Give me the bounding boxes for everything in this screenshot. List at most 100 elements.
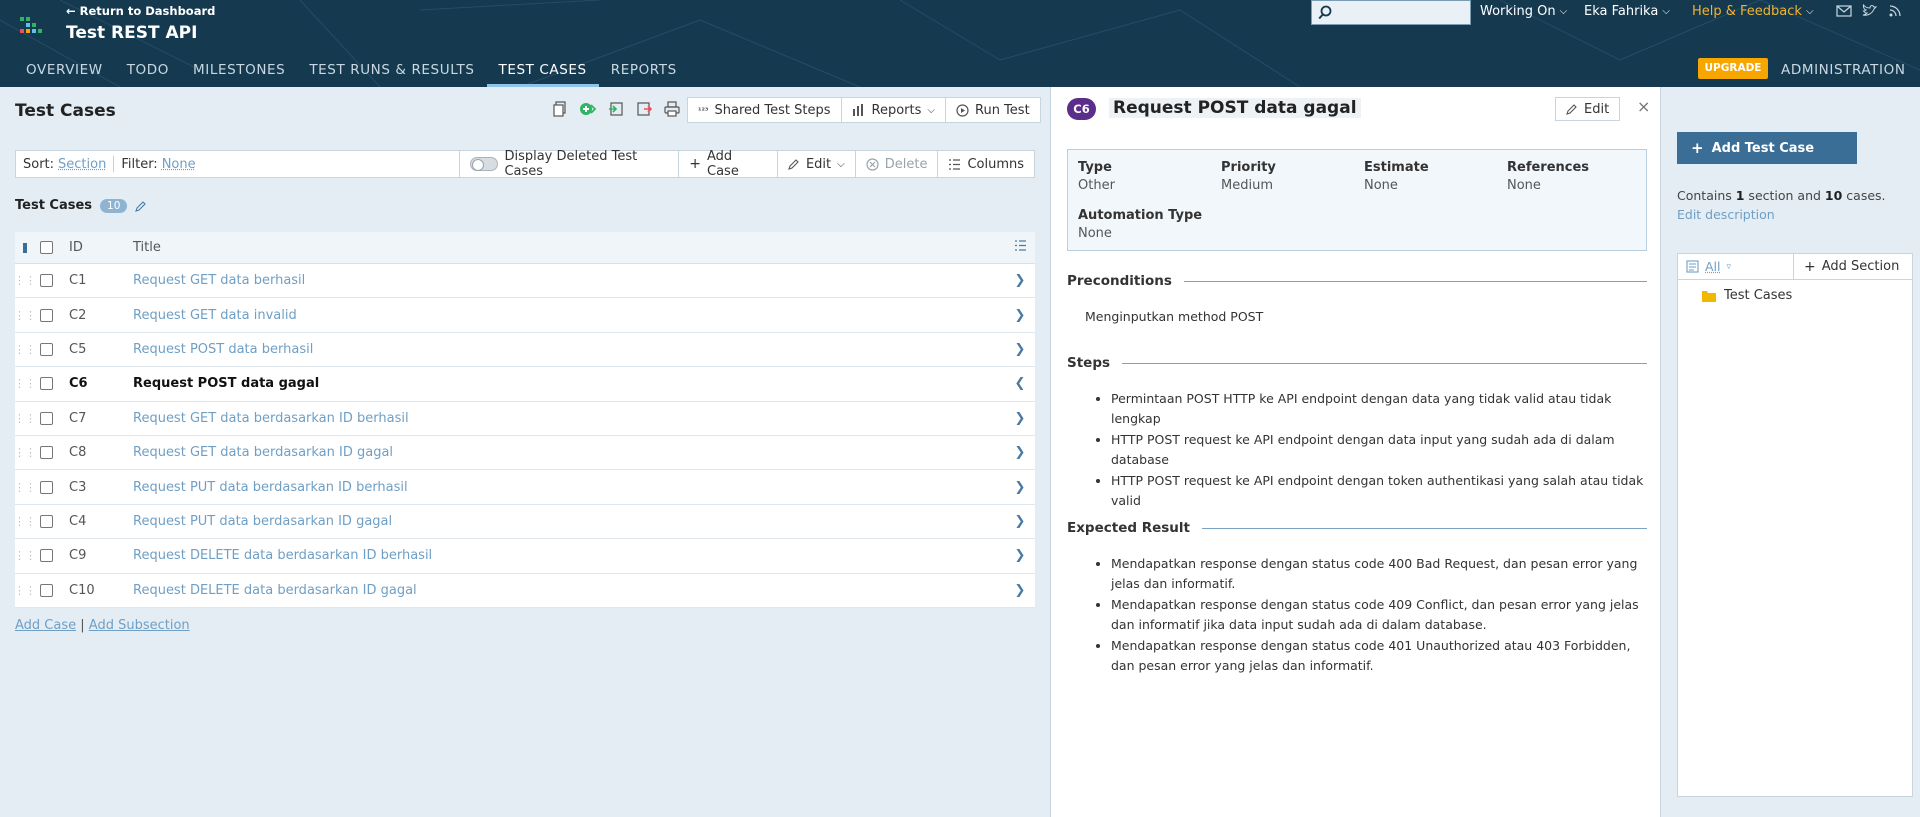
twitter-icon[interactable] <box>1862 4 1878 18</box>
export-icon[interactable] <box>634 99 654 119</box>
drag-handle-icon[interactable]: ⋮⋮ <box>14 446 36 459</box>
case-title-link[interactable]: Request GET data berhasil <box>133 273 1005 288</box>
user-menu[interactable]: Eka Fahrika ⌵ <box>1584 4 1670 19</box>
mail-icon[interactable] <box>1836 4 1852 18</box>
table-row[interactable]: ⋮⋮ C5 Request POST data berhasil ❯ <box>14 332 1035 368</box>
tab-overview[interactable]: OVERVIEW <box>14 57 115 87</box>
run-test-button[interactable]: Run Test <box>945 98 1040 122</box>
row-checkbox[interactable] <box>40 342 53 356</box>
add-subsection-link[interactable]: Add Subsection <box>89 618 190 633</box>
main-nav-tabs: OVERVIEW TODO MILESTONES TEST RUNS & RES… <box>14 57 689 87</box>
drag-handle-icon[interactable]: ⋮⋮ <box>14 481 36 494</box>
drag-handle-icon[interactable]: ⋮⋮ <box>14 584 36 597</box>
chevron-right-icon[interactable]: ❯ <box>1005 273 1035 288</box>
search-input[interactable] <box>1338 4 1464 21</box>
drag-handle-icon[interactable]: ⋮⋮ <box>14 549 36 562</box>
case-id: C6 <box>69 376 88 392</box>
chevron-right-icon[interactable]: ❯ <box>1005 480 1035 495</box>
case-title-link[interactable]: Request POST data gagal <box>133 376 1005 391</box>
help-feedback-menu[interactable]: Help & Feedback ⌵ <box>1692 4 1814 19</box>
table-row[interactable]: ⋮⋮ C9 Request DELETE data berdasarkan ID b… <box>14 539 1035 574</box>
case-title-link[interactable]: Request POST data berhasil <box>133 342 1005 357</box>
chevron-right-icon[interactable]: ❯ <box>1005 411 1035 426</box>
row-checkbox[interactable] <box>40 549 53 563</box>
case-title-link[interactable]: Request DELETE data berdasarkan ID berha… <box>133 548 1005 563</box>
upgrade-button[interactable]: UPGRADE <box>1698 58 1768 79</box>
row-checkbox[interactable] <box>40 411 53 425</box>
table-row[interactable]: ⋮⋮ C1 Request GET data berhasil ❯ <box>14 264 1035 299</box>
row-checkbox[interactable] <box>40 377 53 391</box>
drag-handle-icon[interactable]: ⋮⋮ <box>14 343 36 356</box>
column-header-title[interactable]: Title <box>133 240 1005 255</box>
drag-handle-icon[interactable]: ⋮⋮ <box>14 377 36 390</box>
add-case-link[interactable]: Add Case <box>15 618 76 633</box>
add-section-button[interactable]: + Add Section <box>1793 254 1912 279</box>
table-row[interactable]: ⋮⋮ C4 Request PUT data berdasarkan ID gaga… <box>14 504 1035 540</box>
row-checkbox[interactable] <box>40 274 53 288</box>
table-row[interactable]: ⋮⋮ C6 Request POST data gagal ❮ <box>14 367 1035 402</box>
tab-todo[interactable]: TODO <box>115 57 181 87</box>
drag-handle-icon[interactable]: ⋮⋮ <box>14 412 36 425</box>
display-deleted-toggle[interactable]: Display Deleted Test Cases <box>459 149 678 179</box>
row-checkbox[interactable] <box>40 583 53 597</box>
chevron-right-icon[interactable]: ❯ <box>1005 514 1035 529</box>
columns-button[interactable]: Columns <box>937 151 1034 177</box>
select-all-checkbox[interactable] <box>40 241 53 254</box>
pencil-icon[interactable] <box>135 200 147 212</box>
row-checkbox[interactable] <box>40 308 53 322</box>
table-row[interactable]: ⋮⋮ C7 Request GET data berdasarkan ID berh… <box>14 401 1035 436</box>
row-checkbox[interactable] <box>40 514 53 528</box>
add-test-case-button[interactable]: + Add Test Case <box>1677 132 1857 164</box>
working-on-menu[interactable]: Working On ⌵ <box>1480 4 1567 19</box>
app-logo[interactable] <box>20 17 42 39</box>
return-to-dashboard-link[interactable]: ← Return to Dashboard <box>66 4 215 18</box>
drag-handle-icon[interactable]: ⋮⋮ <box>14 309 36 322</box>
table-row[interactable]: ⋮⋮ C3 Request PUT data berdasarkan ID berh… <box>14 470 1035 505</box>
case-title-link[interactable]: Request GET data berdasarkan ID berhasil <box>133 411 1005 426</box>
tab-reports[interactable]: REPORTS <box>599 57 689 87</box>
tree-filter-all[interactable]: All ▿ <box>1678 254 1793 279</box>
tab-test-cases[interactable]: TEST CASES <box>486 57 599 87</box>
sort-section-link[interactable]: Section <box>58 157 106 172</box>
row-checkbox[interactable] <box>40 446 53 460</box>
chevron-right-icon[interactable]: ❯ <box>1005 342 1035 357</box>
close-icon[interactable]: × <box>1637 97 1650 116</box>
edit-description-link[interactable]: Edit description <box>1677 207 1775 222</box>
case-title-link[interactable]: Request DELETE data berdasarkan ID gagal <box>133 583 1005 598</box>
tree-node-test-cases[interactable]: Test Cases <box>1702 288 1792 303</box>
case-title-link[interactable]: Request PUT data berdasarkan ID gagal <box>133 514 1005 529</box>
delete-button[interactable]: Delete <box>854 151 938 177</box>
reports-dropdown[interactable]: Reports ⌵ <box>840 98 945 122</box>
toggle-switch[interactable] <box>470 157 499 171</box>
table-row[interactable]: ⋮⋮ C10 Request DELETE data berdasarkan ID … <box>14 573 1035 608</box>
case-title-link[interactable]: Request GET data invalid <box>133 308 1005 323</box>
chevron-right-icon[interactable]: ❯ <box>1005 583 1035 598</box>
table-row[interactable]: ⋮⋮ C2 Request GET data invalid ❯ <box>14 298 1035 333</box>
case-title-link[interactable]: Request GET data berdasarkan ID gagal <box>133 445 1005 460</box>
case-title-link[interactable]: Request PUT data berdasarkan ID berhasil <box>133 480 1005 495</box>
chevron-right-icon[interactable]: ❯ <box>1005 308 1035 323</box>
add-green-icon[interactable] <box>578 99 598 119</box>
edit-case-button[interactable]: Edit <box>1555 97 1621 121</box>
copy-icon[interactable] <box>550 99 570 119</box>
tab-test-runs-results[interactable]: TEST RUNS & RESULTS <box>297 57 486 87</box>
drag-handle-icon[interactable]: ⋮⋮ <box>14 274 36 287</box>
column-settings-icon[interactable] <box>1005 240 1035 255</box>
chevron-left-icon[interactable]: ❮ <box>1005 376 1035 391</box>
filter-none-link[interactable]: None <box>162 157 196 172</box>
row-checkbox[interactable] <box>40 480 53 494</box>
search-box[interactable] <box>1311 0 1471 25</box>
add-case-button[interactable]: + Add Case <box>678 149 777 179</box>
column-header-id[interactable]: ID <box>69 240 133 255</box>
tab-milestones[interactable]: MILESTONES <box>181 57 297 87</box>
table-row[interactable]: ⋮⋮ C8 Request GET data berdasarkan ID gaga… <box>14 435 1035 471</box>
edit-dropdown[interactable]: Edit ⌵ <box>776 151 855 177</box>
administration-link[interactable]: ADMINISTRATION <box>1781 62 1906 78</box>
drag-handle-icon[interactable]: ⋮⋮ <box>14 515 36 528</box>
chevron-right-icon[interactable]: ❯ <box>1005 445 1035 460</box>
shared-test-steps-button[interactable]: ¹²³ Shared Test Steps <box>688 98 841 122</box>
print-icon[interactable] <box>662 99 682 119</box>
rss-icon[interactable] <box>1888 4 1904 18</box>
chevron-right-icon[interactable]: ❯ <box>1005 548 1035 563</box>
import-icon[interactable] <box>606 99 626 119</box>
